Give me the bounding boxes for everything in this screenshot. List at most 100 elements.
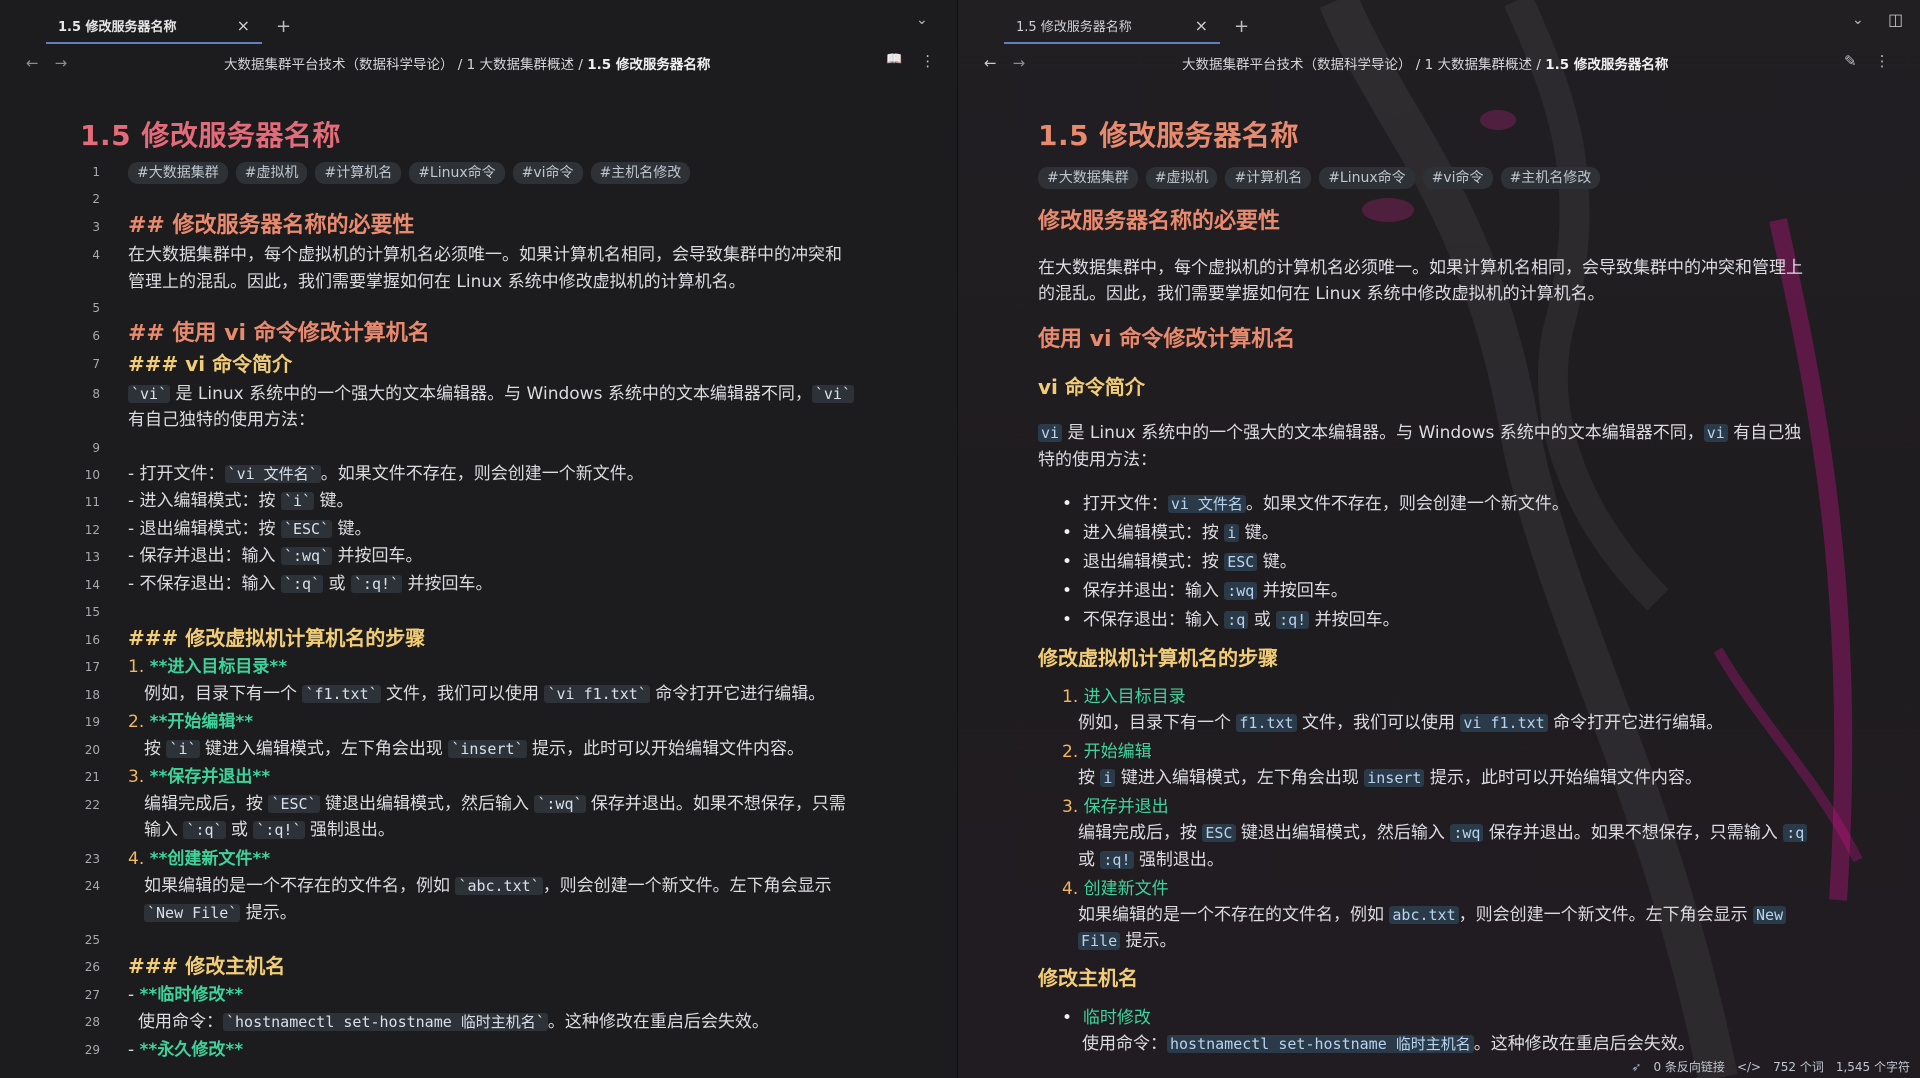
inline-code: `abc.txt` [455, 877, 543, 895]
char-count: 1,545 个字符 [1835, 1060, 1910, 1074]
line-number: 11 [84, 495, 100, 509]
list-item: • 保存并退出：输入 :wq 并按回车。 [1062, 581, 1348, 601]
chevron-down-icon[interactable]: ⌄ [916, 12, 928, 28]
tag[interactable]: #虚拟机 [235, 162, 308, 184]
tag-list: #大数据集群 #虚拟机 #计算机名 #Linux命令 #vi命令 #主机名修改 [1038, 165, 1608, 189]
edit-icon[interactable]: ✎ [1844, 52, 1857, 70]
heading-text: 修改服务器名称的必要性 [172, 213, 415, 238]
paragraph-line: 如果编辑的是一个不存在的文件名，例如 `abc.txt` ，则会创建一个新文件。左… [144, 876, 832, 896]
inline-code: File [1078, 932, 1121, 950]
backlinks-count[interactable]: 0 条反向链接 [1653, 1058, 1724, 1075]
more-icon[interactable]: ⋮ [1875, 52, 1890, 70]
rocket-icon[interactable]: ➶ [1631, 1060, 1641, 1074]
tag[interactable]: #vi命令 [1422, 167, 1493, 189]
code-icon[interactable]: </> [1737, 1060, 1761, 1074]
paragraph-line: 例如，目录下有一个 `f1.txt` 文件，我们可以使用 `vi f1.txt`… [144, 684, 826, 704]
inline-code: i [1224, 524, 1240, 542]
list-item: • 退出编辑模式：按 ESC 键。 [1062, 552, 1297, 572]
line-number: 27 [84, 988, 100, 1002]
ordered-item: 4. **创建新文件** [128, 849, 271, 869]
tab-active[interactable]: 1.5 修改服务器名称 × [1004, 8, 1220, 44]
tag[interactable]: #Linux命令 [1319, 167, 1415, 189]
heading-marker: ## [128, 321, 165, 346]
inline-code: `i` [166, 740, 200, 758]
inline-code: :q [1224, 611, 1249, 629]
inline-code: insert [1364, 769, 1425, 787]
inline-code: New [1753, 906, 1787, 924]
paragraph-line: vi 是 Linux 系统中的一个强大的文本编辑器。与 Windows 系统中的… [1038, 421, 1801, 445]
close-icon[interactable]: × [237, 16, 250, 35]
line-number: 2 [92, 192, 100, 206]
inline-code: vi 文件名 [1167, 495, 1246, 513]
breadcrumb-item[interactable]: 1 大数据集群概述 [1425, 57, 1532, 73]
tab-bar: 1.5 修改服务器名称 × + [958, 0, 1920, 44]
back-arrow-icon[interactable]: ← [26, 54, 39, 72]
line-number: 23 [84, 852, 100, 866]
breadcrumb-item[interactable]: 1 大数据集群概述 [467, 57, 574, 73]
breadcrumb-separator: / [1415, 57, 1421, 73]
paragraph-line: 管理上的混乱。因此，我们需要掌握如何在 Linux 系统中修改虚拟机的计算机名。 [128, 272, 746, 292]
ordered-item: 3. **保存并退出** [128, 767, 271, 787]
tab-active[interactable]: 1.5 修改服务器名称 × [46, 8, 262, 44]
tag[interactable]: #大数据集群 [128, 162, 228, 184]
heading-h3: ### vi 命令简介 [128, 352, 292, 376]
more-icon[interactable]: ⋮ [920, 52, 935, 70]
line-number: 14 [84, 578, 100, 592]
paragraph-line: 在大数据集群中，每个虚拟机的计算机名必须唯一。如果计算机名相同，会导致集群中的冲… [128, 245, 842, 265]
tag[interactable]: #虚拟机 [1145, 167, 1218, 189]
forward-arrow-icon[interactable]: → [55, 54, 68, 72]
paragraph-line: 的混乱。因此，我们需要掌握如何在 Linux 系统中修改虚拟机的计算机名。 [1038, 284, 1605, 304]
line-number: 21 [84, 770, 100, 784]
paragraph-line: 使用命令： `hostnamectl set-hostname 临时主机名` 。这种… [138, 1012, 769, 1032]
forward-arrow-icon[interactable]: → [1013, 54, 1026, 72]
ordered-item: 2. **开始编辑** [128, 712, 254, 732]
tag[interactable]: #主机名修改 [590, 162, 691, 184]
sidebar-toggle-icon[interactable]: ◫ [1888, 10, 1903, 29]
ordered-item: 1. **进入目标目录** [128, 657, 288, 677]
page-title: 1.5 修改服务器名称 [1038, 119, 1299, 152]
line-number: 1 [92, 165, 100, 179]
paragraph-line: 有自己独特的使用方法： [128, 410, 315, 430]
tag[interactable]: #Linux命令 [409, 162, 505, 184]
inline-code: `vi f1.txt` [544, 685, 650, 703]
inline-code: `:q!` [350, 575, 403, 593]
line-number: 12 [84, 523, 100, 537]
heading-h3: ### 修改虚拟机计算机名的步骤 [128, 626, 425, 650]
inline-code: vi [1038, 424, 1063, 442]
new-tab-button[interactable]: + [1220, 8, 1263, 44]
heading-marker: ## [128, 213, 165, 238]
inline-code: i [1100, 769, 1116, 787]
back-arrow-icon[interactable]: ← [984, 54, 997, 72]
tag[interactable]: #计算机名 [315, 162, 402, 184]
line-number: 8 [92, 387, 100, 401]
inline-code: `vi` [811, 385, 854, 403]
inline-code: vi f1.txt [1460, 714, 1548, 732]
inline-code: :wq [1224, 582, 1258, 600]
tag[interactable]: #主机名修改 [1500, 167, 1601, 189]
book-icon[interactable]: 📖 [886, 52, 902, 70]
tag[interactable]: #计算机名 [1225, 167, 1312, 189]
paragraph-line: File 提示。 [1078, 929, 1177, 953]
paragraph-line: 使用命令： hostnamectl set-hostname 临时主机名 。这种修改… [1082, 1034, 1695, 1054]
line-number: 20 [84, 743, 100, 757]
heading-text: vi 命令简介 [185, 352, 293, 376]
line-number: 9 [92, 441, 100, 455]
paragraph-line: 编辑完成后，按 ESC 键退出编辑模式，然后输入 :wq 保存并退出。如果不想保… [1078, 821, 1808, 845]
list-item: - 退出编辑模式：按 `ESC` 键。 [128, 519, 372, 539]
tab-label: 1.5 修改服务器名称 [58, 19, 177, 35]
paragraph-line: `vi` 是 Linux 系统中的一个强大的文本编辑器。与 Windows 系统… [128, 382, 854, 406]
tag[interactable]: #vi命令 [512, 162, 583, 184]
inline-code: `New File` [144, 904, 241, 922]
breadcrumb-item[interactable]: 大数据集群平台技术（数据科学导论） [1182, 57, 1412, 73]
line-number: 6 [92, 329, 100, 343]
breadcrumb-item[interactable]: 大数据集群平台技术（数据科学导论） [224, 57, 454, 73]
list-item: - 不保存退出：输入 `:q` 或 `:q!` 并按回车。 [128, 574, 493, 594]
inline-code: `:q!` [253, 821, 305, 839]
inline-code: f1.txt [1236, 714, 1297, 732]
status-bar: ➶ 0 条反向链接 </> 752 个词 1,545 个字符 [1631, 1058, 1910, 1075]
new-tab-button[interactable]: + [262, 8, 305, 44]
tag[interactable]: #大数据集群 [1038, 167, 1138, 189]
list-item: • 进入编辑模式：按 i 键。 [1062, 523, 1279, 543]
close-icon[interactable]: × [1195, 16, 1208, 35]
chevron-down-icon[interactable]: ⌄ [1852, 12, 1864, 28]
